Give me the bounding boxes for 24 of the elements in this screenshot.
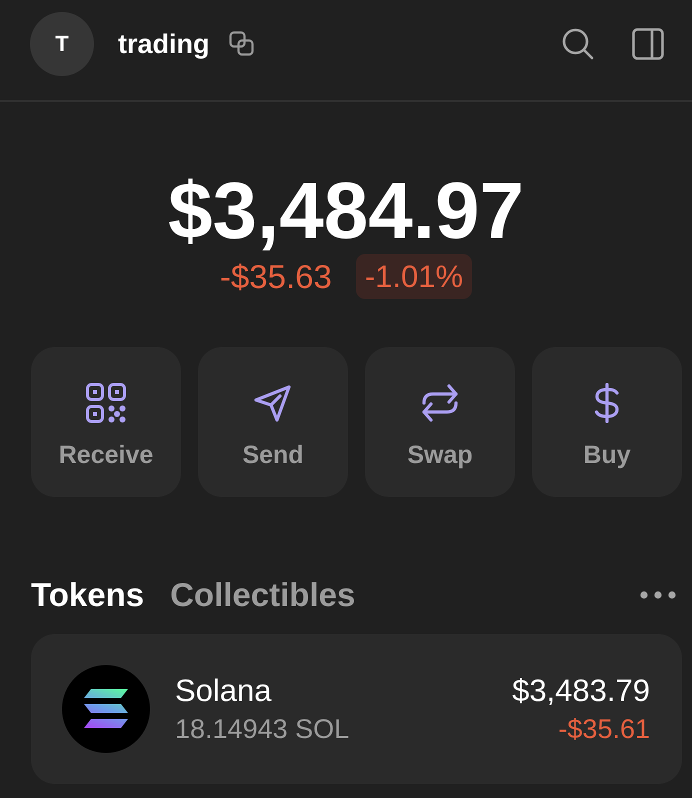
token-name: Solana bbox=[175, 673, 273, 709]
search-icon[interactable] bbox=[562, 28, 594, 60]
more-icon[interactable] bbox=[640, 591, 676, 599]
copy-icon[interactable] bbox=[228, 31, 254, 57]
action-button[interactable]: Swap bbox=[365, 347, 515, 497]
swap-arrows-icon bbox=[420, 383, 460, 423]
balance-change-amount: -$35.63 bbox=[220, 256, 332, 296]
token-row[interactable]: Solana 18.14943 SOL $3,483.79 -$35.61 bbox=[31, 634, 682, 784]
token-amount: 18.14943 SOL bbox=[175, 713, 350, 745]
token-change: -$35.61 bbox=[558, 713, 650, 745]
account-name: trading bbox=[118, 28, 210, 60]
tab[interactable]: Collectibles bbox=[170, 575, 356, 615]
action-button[interactable]: Receive bbox=[31, 347, 181, 497]
qr-code-icon bbox=[86, 383, 126, 423]
tab[interactable]: Tokens bbox=[31, 575, 144, 615]
action-button[interactable]: Send bbox=[198, 347, 348, 497]
avatar[interactable]: T bbox=[30, 12, 94, 76]
paper-plane-icon bbox=[253, 383, 293, 423]
side-panel-icon[interactable] bbox=[632, 28, 664, 60]
total-balance: $3,484.97 bbox=[168, 168, 524, 254]
balance-change-percent: -1.01% bbox=[356, 254, 472, 299]
action-button[interactable]: Buy bbox=[532, 347, 682, 497]
token-logo-icon bbox=[62, 665, 150, 753]
token-value: $3,483.79 bbox=[512, 673, 650, 709]
